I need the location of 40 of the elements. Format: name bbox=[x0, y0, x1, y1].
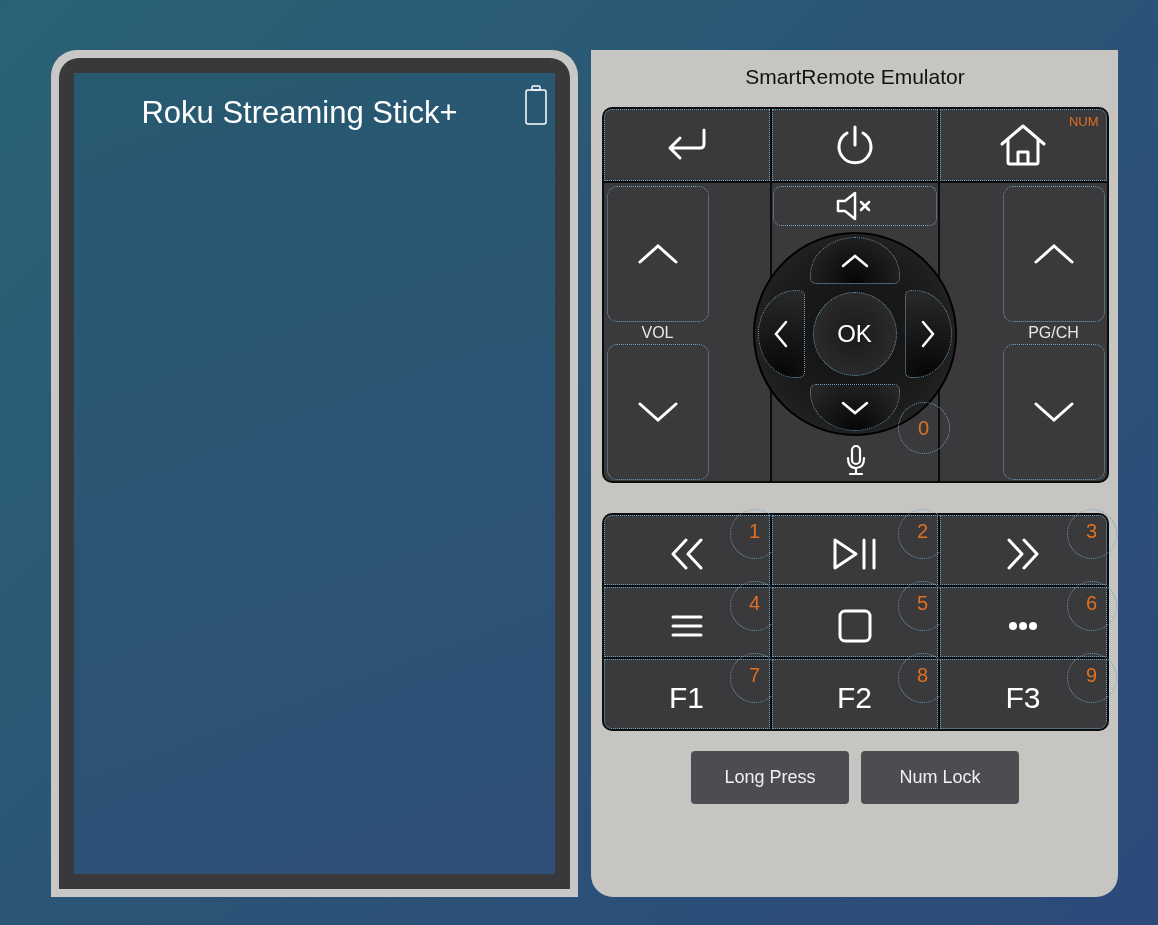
channel-up-button[interactable] bbox=[1002, 186, 1105, 322]
stop-icon bbox=[837, 609, 872, 643]
power-icon bbox=[834, 125, 875, 165]
keypad-key[interactable] bbox=[771, 587, 938, 657]
rewind-icon bbox=[669, 538, 704, 570]
remote-title: SmartRemote Emulator bbox=[745, 65, 965, 90]
chevron-left-icon bbox=[774, 320, 788, 348]
chevron-up-icon bbox=[1033, 244, 1074, 264]
mute-button[interactable] bbox=[772, 186, 937, 226]
channel-label: PG/CH bbox=[1027, 323, 1080, 343]
chevron-up-icon bbox=[637, 244, 678, 264]
toggle-button[interactable]: Long Press bbox=[691, 751, 849, 804]
back-button[interactable] bbox=[603, 109, 770, 181]
more-icon bbox=[1008, 621, 1038, 631]
volume-label: VOL bbox=[640, 323, 675, 343]
menu-icon bbox=[670, 614, 703, 638]
fast-forward-icon bbox=[1006, 538, 1040, 570]
num-indicator: NUM bbox=[1068, 114, 1099, 129]
keypad-key[interactable] bbox=[771, 515, 938, 585]
dpad-right-button[interactable] bbox=[904, 290, 952, 378]
home-button[interactable] bbox=[939, 109, 1107, 181]
toggle-button[interactable]: Num Lock bbox=[861, 751, 1019, 804]
channel-down-button[interactable] bbox=[1002, 344, 1105, 480]
ok-button[interactable]: OK bbox=[812, 292, 897, 376]
device-title: Roku Streaming Stick+ bbox=[141, 95, 458, 131]
power-button[interactable] bbox=[771, 109, 938, 181]
dpad-up-button[interactable] bbox=[809, 237, 900, 284]
chevron-up-icon bbox=[840, 253, 869, 268]
dpad-left-button[interactable] bbox=[757, 290, 805, 378]
chevron-down-icon bbox=[1033, 402, 1074, 422]
battery-icon bbox=[525, 85, 547, 125]
chevron-down-icon bbox=[637, 402, 678, 422]
chevron-right-icon bbox=[921, 320, 935, 348]
microphone-icon bbox=[845, 444, 866, 476]
volume-down-button[interactable] bbox=[606, 344, 709, 480]
play-pause-icon bbox=[831, 537, 878, 571]
volume-up-button[interactable] bbox=[606, 186, 709, 322]
dpad-down-button[interactable] bbox=[809, 384, 900, 431]
chevron-down-icon bbox=[840, 400, 869, 415]
home-icon bbox=[999, 123, 1047, 167]
